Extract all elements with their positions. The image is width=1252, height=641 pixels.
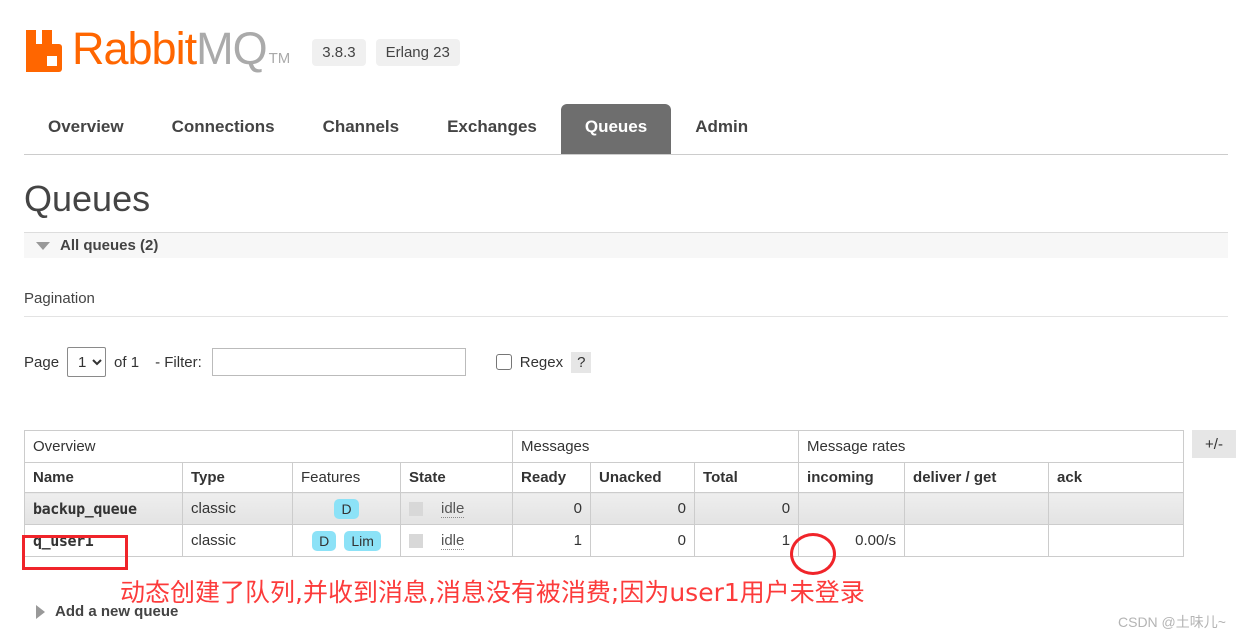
page-count-label: of 1	[114, 353, 140, 371]
pagination-heading: Pagination	[24, 290, 95, 307]
badge-rabbitmq-version: 3.8.3	[312, 39, 366, 66]
tab-admin[interactable]: Admin	[671, 104, 772, 154]
cell-queue-name[interactable]: backup_queue	[24, 492, 183, 525]
add-new-queue-label: Add a new queue	[55, 603, 179, 620]
table-row[interactable]: backup_queue classic D idle 0 0 0	[24, 492, 1185, 525]
rabbitmq-logo-icon	[24, 30, 68, 72]
column-incoming[interactable]: incoming	[798, 462, 906, 493]
annotation-note: 动态创建了队列,并收到消息,消息没有被消费;因为user1用户未登录	[120, 578, 865, 607]
cell-queue-type: classic	[182, 524, 293, 557]
all-queues-label: All queues (2)	[60, 237, 159, 254]
cell-ack	[1048, 524, 1185, 557]
logo-eye	[47, 56, 57, 66]
table-row[interactable]: q_user1 classic D Lim idle 1 0 1 0.00/s	[24, 524, 1185, 557]
tab-overview[interactable]: Overview	[24, 104, 148, 154]
column-state[interactable]: State	[399, 462, 514, 493]
regex-help-button[interactable]: ?	[571, 351, 592, 373]
cell-queue-features: D Lim	[292, 524, 401, 557]
logo-word-mq: MQ	[196, 23, 267, 74]
feature-badge: Lim	[344, 530, 381, 551]
regex-label: Regex	[519, 353, 564, 371]
column-features[interactable]: Features	[292, 462, 401, 493]
cell-queue-state: idle	[399, 524, 514, 557]
chevron-down-icon	[36, 241, 50, 250]
cell-total: 1	[694, 524, 800, 557]
tab-exchanges[interactable]: Exchanges	[423, 104, 561, 154]
column-unacked[interactable]: Unacked	[590, 462, 696, 493]
cell-deliver-get	[904, 524, 1050, 557]
toggle-columns-button[interactable]: +/-	[1192, 430, 1236, 458]
cell-incoming: 0.00/s	[798, 524, 906, 557]
column-name[interactable]: Name	[24, 462, 183, 493]
state-text: idle	[441, 499, 465, 518]
regex-control: Regex ?	[495, 351, 592, 373]
queues-table: Overview Messages Message rates Name Typ…	[23, 430, 1185, 557]
cell-ready: 1	[512, 524, 592, 557]
version-badges: 3.8.3 Erlang 23	[312, 39, 460, 72]
filter-input[interactable]	[211, 348, 466, 376]
regex-checkbox[interactable]	[495, 354, 512, 370]
column-ack[interactable]: ack	[1048, 462, 1185, 493]
rabbitmq-management-page: RabbitMQ TM 3.8.3 Erlang 23 Overview Con…	[0, 0, 1252, 641]
state-indicator-icon	[409, 533, 423, 548]
cell-ack	[1048, 492, 1185, 525]
group-header-overview: Overview	[23, 430, 514, 463]
add-new-queue-section[interactable]: Add a new queue	[24, 603, 178, 620]
page-select[interactable]: 1	[67, 347, 107, 377]
cell-queue-name[interactable]: q_user1	[24, 524, 183, 557]
cell-incoming	[798, 492, 906, 525]
trademark-mark: TM	[268, 50, 291, 67]
logo-wordmark: RabbitMQ	[72, 23, 268, 74]
feature-badge: D	[312, 530, 337, 551]
group-header-message-rates: Message rates	[798, 430, 1185, 463]
page-label: Page	[24, 353, 60, 371]
cell-queue-features: D	[292, 492, 401, 525]
app-header: RabbitMQ TM 3.8.3 Erlang 23	[24, 10, 460, 72]
column-type[interactable]: Type	[182, 462, 293, 493]
table-group-header-row: Overview Messages Message rates	[23, 430, 1185, 463]
table-column-header-row: Name Type Features State Ready Unacked T…	[24, 462, 1185, 493]
cell-unacked: 0	[590, 492, 696, 525]
filter-label: - Filter:	[155, 353, 202, 371]
column-ready[interactable]: Ready	[512, 462, 592, 493]
pagination-divider	[24, 316, 1228, 317]
cell-deliver-get	[904, 492, 1050, 525]
cell-queue-state: idle	[399, 492, 514, 525]
watermark: CSDN @土味儿~	[1118, 614, 1226, 630]
column-total[interactable]: Total	[694, 462, 800, 493]
cell-ready: 0	[512, 492, 592, 525]
tab-queues[interactable]: Queues	[560, 104, 672, 154]
all-queues-section-header[interactable]: All queues (2)	[24, 232, 1228, 258]
page-title: Queues	[24, 178, 151, 219]
main-navigation: Overview Connections Channels Exchanges …	[24, 104, 1228, 155]
pagination-controls: Page 1 of 1 - Filter: Regex ?	[24, 346, 592, 378]
cell-total: 0	[694, 492, 800, 525]
queues-table-container: Overview Messages Message rates Name Typ…	[23, 430, 1185, 557]
group-header-messages: Messages	[512, 430, 800, 463]
state-text: idle	[441, 531, 465, 550]
feature-badge: D	[334, 498, 359, 519]
tab-channels[interactable]: Channels	[299, 104, 424, 154]
cell-queue-type: classic	[182, 492, 293, 525]
state-indicator-icon	[409, 501, 423, 516]
column-deliver-get[interactable]: deliver / get	[904, 462, 1050, 493]
chevron-right-icon	[36, 604, 45, 619]
logo-word-rabbit: Rabbit	[72, 23, 197, 74]
badge-erlang-version: Erlang 23	[375, 39, 460, 66]
tab-connections[interactable]: Connections	[148, 104, 299, 154]
cell-unacked: 0	[590, 524, 696, 557]
